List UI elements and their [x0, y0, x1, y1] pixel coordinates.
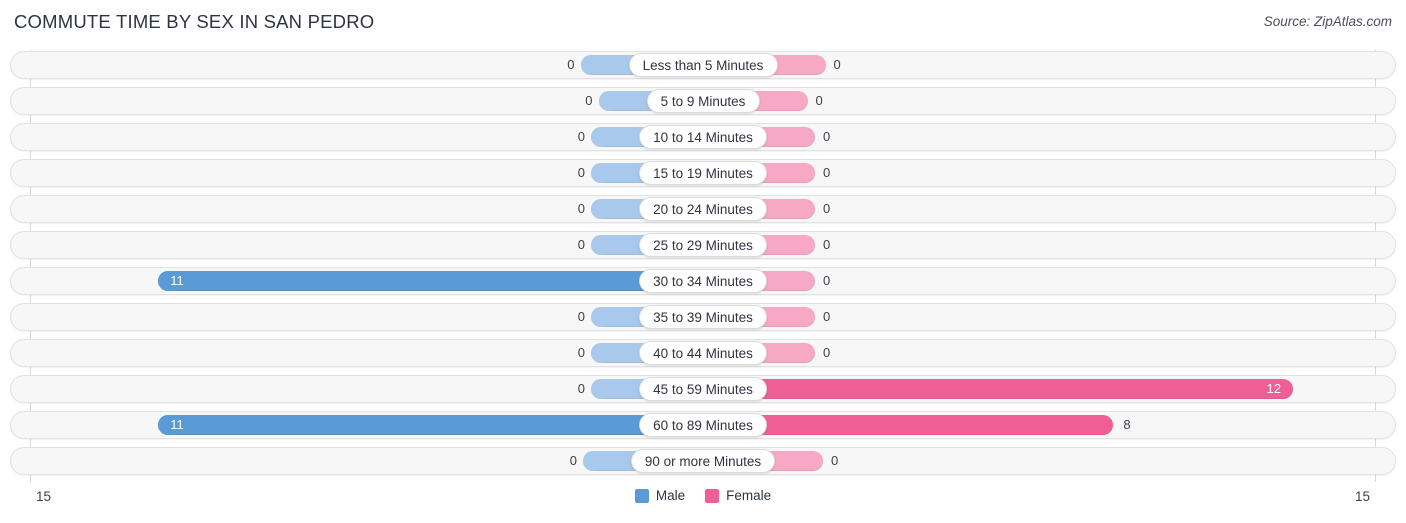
legend-label: Female — [726, 488, 772, 503]
bar-value-female: 0 — [815, 93, 823, 108]
source-attribution: Source: ZipAtlas.com — [1263, 14, 1392, 29]
bar-value-female: 0 — [823, 273, 831, 288]
category-label-pill: 40 to 44 Minutes — [639, 341, 767, 365]
chart-plot-area: 0 0 Less than 5 Minutes 0 0 5 to 9 Minutes 0 0 1… — [0, 46, 1406, 483]
bar-male — [158, 271, 651, 291]
table-row: 0 0 20 to 24 Minutes — [10, 195, 1396, 223]
bar-male — [158, 415, 651, 435]
category-label-pill: 20 to 24 Minutes — [639, 197, 767, 221]
bar-value-male: 0 — [567, 57, 575, 72]
table-row: 0 0 Less than 5 Minutes — [10, 51, 1396, 79]
bar-value-female: 12 — [1266, 381, 1282, 396]
category-label-pill: 45 to 59 Minutes — [639, 377, 767, 401]
table-row: 0 0 25 to 29 Minutes — [10, 231, 1396, 259]
bar-value-male: 0 — [577, 165, 585, 180]
bar-value-female: 0 — [823, 345, 831, 360]
bar-value-male: 0 — [577, 237, 585, 252]
bar-female — [755, 379, 1293, 399]
bar-value-male: 0 — [577, 201, 585, 216]
chart-footer: 15 15 Male Female — [0, 483, 1406, 523]
category-label-pill: 10 to 14 Minutes — [639, 125, 767, 149]
legend-swatch-icon — [705, 489, 720, 503]
bar-value-female: 0 — [823, 129, 831, 144]
category-label-pill: 60 to 89 Minutes — [639, 413, 767, 437]
bar-value-female: 0 — [833, 57, 841, 72]
bar-value-male: 0 — [577, 129, 585, 144]
page-title: COMMUTE TIME BY SEX IN SAN PEDRO — [14, 11, 375, 32]
bar-value-female: 0 — [823, 165, 831, 180]
table-row: 0 0 5 to 9 Minutes — [10, 87, 1396, 115]
category-label-pill: 5 to 9 Minutes — [646, 89, 760, 113]
table-row: 0 0 15 to 19 Minutes — [10, 159, 1396, 187]
bar-value-male: 11 — [170, 417, 184, 432]
bar-value-male: 0 — [577, 309, 585, 324]
table-row: 0 12 45 to 59 Minutes — [10, 375, 1396, 403]
bar-value-male: 0 — [577, 345, 585, 360]
bar-value-male: 11 — [170, 273, 184, 288]
table-row: 0 0 10 to 14 Minutes — [10, 123, 1396, 151]
legend-item-male[interactable]: Male — [634, 488, 686, 503]
category-label-pill: 90 or more Minutes — [631, 449, 775, 473]
chart-legend: Male Female — [0, 489, 1406, 503]
table-row: 0 0 40 to 44 Minutes — [10, 339, 1396, 367]
bar-value-male: 0 — [585, 93, 593, 108]
bar-female — [755, 415, 1114, 435]
category-label-pill: 30 to 34 Minutes — [639, 269, 767, 293]
category-label-pill: 25 to 29 Minutes — [639, 233, 767, 257]
bar-value-male: 0 — [569, 453, 577, 468]
legend-item-female[interactable]: Female — [705, 489, 771, 503]
table-row: 0 0 90 or more Minutes — [10, 447, 1396, 475]
bar-value-female: 0 — [823, 309, 831, 324]
category-label-pill: 15 to 19 Minutes — [639, 161, 767, 185]
table-row: 11 8 60 to 89 Minutes — [10, 411, 1396, 439]
chart-header: COMMUTE TIME BY SEX IN SAN PEDRO Source:… — [0, 0, 1406, 46]
category-label-pill: Less than 5 Minutes — [628, 53, 778, 77]
bar-value-female: 0 — [831, 453, 839, 468]
category-label-pill: 35 to 39 Minutes — [639, 305, 767, 329]
bar-value-female: 0 — [823, 237, 831, 252]
legend-label: Male — [655, 488, 686, 503]
bar-value-female: 8 — [1123, 417, 1131, 432]
table-row: 11 0 30 to 34 Minutes — [10, 267, 1396, 295]
legend-swatch-icon — [634, 489, 649, 503]
bar-value-male: 0 — [577, 381, 585, 396]
table-row: 0 0 35 to 39 Minutes — [10, 303, 1396, 331]
bar-value-female: 0 — [823, 201, 831, 216]
